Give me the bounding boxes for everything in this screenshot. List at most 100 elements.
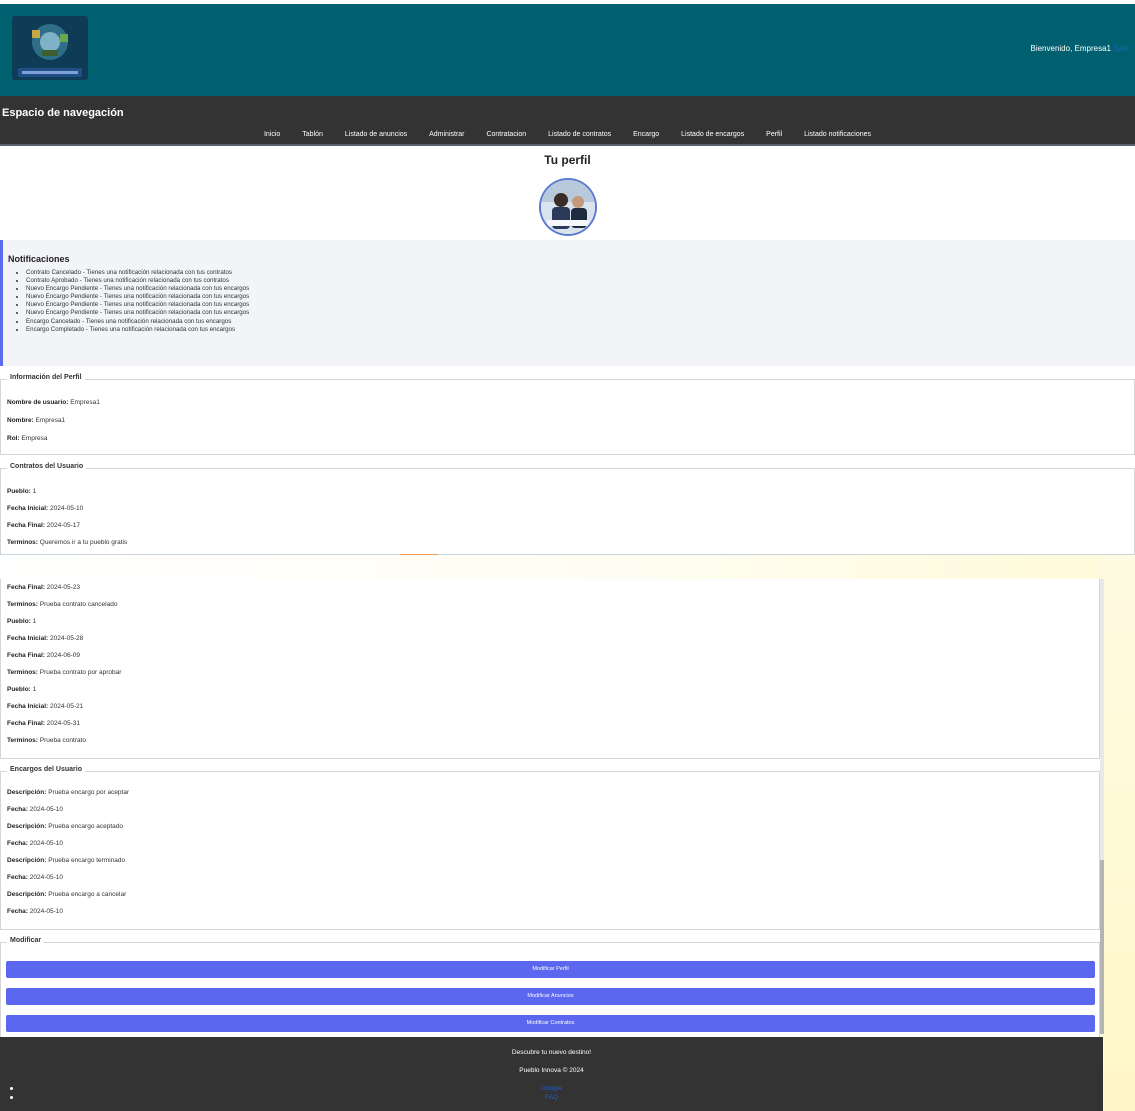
order-field-value: 2024-05-10 — [29, 806, 64, 813]
orders-section: Encargos del Usuario Descripción: Prueba… — [0, 766, 1100, 930]
nav-link-encargo[interactable]: Encargo — [633, 131, 659, 138]
contract-field: Fecha Inicial: 2024-05-28 — [7, 635, 83, 642]
order-field-value: 2024-05-10 — [29, 908, 64, 915]
contract-field-label: Fecha Inicial: — [7, 635, 49, 642]
contract-field-value: 2024-05-23 — [46, 584, 80, 591]
order-field-label: Descripción: — [7, 789, 47, 796]
contract-field-label: Terminos: — [7, 669, 38, 676]
username-value: Empresa1 — [70, 399, 100, 406]
scrollbar-thumb[interactable] — [1100, 860, 1104, 1034]
contract-field: Fecha Inicial: 2024-05-21 — [7, 703, 83, 710]
nav-link-administrar[interactable]: Administrar — [429, 131, 464, 138]
contracts-continued: Fecha Final: 2024-05-23 Terminos: Prueba… — [0, 579, 1100, 759]
nav-links: Inicio Tablón Listado de anuncios Admini… — [0, 131, 1135, 138]
order-field-label: Fecha: — [7, 874, 28, 881]
contract-field: Pueblo: 1 — [7, 488, 36, 495]
nav-link-perfil[interactable]: Perfil — [766, 131, 782, 138]
contract-field: Fecha Final: 2024-05-17 — [7, 522, 80, 529]
nav-link-listado-contratos[interactable]: Listado de contratos — [548, 131, 611, 138]
contract-field-value: 1 — [32, 686, 37, 693]
contract-field: Fecha Final: 2024-05-23 — [7, 584, 80, 591]
notifications-panel: Notificaciones Contrato Cancelado - Tien… — [0, 240, 1135, 366]
contract-field-label: Fecha Final: — [7, 720, 45, 727]
contract-field-value: Prueba contrato cancelado — [39, 601, 118, 608]
bullet-icon — [10, 1096, 13, 1099]
highlight-strip — [0, 555, 1135, 579]
order-field: Descripción: Prueba encargo terminado — [7, 857, 125, 864]
order-field: Fecha: 2024-05-10 — [7, 908, 63, 915]
contract-field-value: Prueba contrato — [39, 737, 87, 744]
contract-field-value: 1 — [32, 488, 37, 495]
side-background — [1100, 555, 1135, 1111]
contract-field-label: Pueblo: — [7, 686, 31, 693]
footer-slogan: Descubre tu nuevo destino! — [511, 1049, 592, 1056]
nav-link-listado-anuncios[interactable]: Listado de anuncios — [345, 131, 407, 138]
contract-field: Terminos: Prueba contrato por aprobar — [7, 669, 121, 676]
role-value: Empresa — [21, 435, 48, 442]
contracts-section: Contratos del Usuario Pueblo: 1 Fecha In… — [0, 463, 1135, 555]
contract-field-value: 1 — [32, 618, 37, 625]
order-field: Descripción: Prueba encargo por aceptar — [7, 789, 129, 796]
notification-item: Contrato Cancelado - Tienes una notifica… — [26, 269, 1135, 277]
nav-link-tablon[interactable]: Tablón — [302, 131, 323, 138]
order-field-value: Prueba encargo a cancelar — [48, 891, 127, 898]
contract-field: Pueblo: 1 — [7, 686, 36, 693]
navigation-bar: Espacio de navegación Inicio Tablón List… — [0, 96, 1135, 146]
contract-field: Terminos: Prueba contrato cancelado — [7, 601, 117, 608]
order-field-label: Descripción: — [7, 823, 47, 830]
footer-link-faq[interactable]: FAQ — [0, 1094, 1103, 1101]
contract-field-label: Terminos: — [7, 737, 38, 744]
modify-ads-button[interactable]: Modificar Anuncios — [6, 988, 1095, 1005]
contract-field-label: Fecha Final: — [7, 584, 45, 591]
contract-field-value: 2024-05-17 — [46, 522, 80, 529]
order-field-label: Fecha: — [7, 840, 28, 847]
logout-link[interactable]: Salir — [1113, 44, 1129, 53]
order-field-label: Descripción: — [7, 857, 47, 864]
orders-legend: Encargos del Usuario — [7, 766, 85, 773]
contracts-legend: Contratos del Usuario — [7, 463, 87, 470]
logo[interactable] — [12, 16, 88, 80]
order-field: Descripción: Prueba encargo aceptado — [7, 823, 123, 830]
contract-field-label: Pueblo: — [7, 488, 31, 495]
modify-legend: Modificar — [7, 937, 45, 944]
contract-field-label: Terminos: — [7, 601, 38, 608]
bullet-icon — [10, 1087, 13, 1090]
modify-contracts-button[interactable]: Modificar Contratos — [6, 1015, 1095, 1032]
contract-field: Fecha Inicial: 2024-05-10 — [7, 505, 83, 512]
order-field: Fecha: 2024-05-10 — [7, 840, 63, 847]
username-label: Nombre de usuario: — [7, 399, 69, 406]
welcome-message: Bienvenido, Empresa1 Salir — [1030, 44, 1129, 53]
notification-item: Contrato Aprobado - Tienes una notificac… — [26, 277, 1135, 285]
site-header: Bienvenido, Empresa1 Salir — [0, 4, 1135, 96]
page-title: Tu perfil — [544, 153, 591, 167]
site-footer: Descubre tu nuevo destino! Pueblo Innova… — [0, 1037, 1103, 1111]
contract-field-value: 2024-05-21 — [50, 703, 84, 710]
name-value: Empresa1 — [35, 417, 66, 424]
order-field-value: 2024-05-10 — [29, 874, 64, 881]
contract-field-value: 2024-06-09 — [46, 652, 80, 659]
name-row: Nombre: Empresa1 — [7, 417, 65, 424]
welcome-text: Bienvenido, Empresa1 — [1030, 44, 1111, 53]
contract-field: Pueblo: 1 — [7, 618, 36, 625]
notification-item: Encargo Cancelado - Tienes una notificac… — [26, 318, 1135, 326]
role-row: Rol: Empresa — [7, 435, 47, 442]
contract-field: Fecha Final: 2024-06-09 — [7, 652, 80, 659]
avatar — [541, 180, 595, 234]
nav-link-contratacion[interactable]: Contratacion — [486, 131, 526, 138]
modify-profile-button[interactable]: Modificar Perfil — [6, 961, 1095, 978]
notification-item: Nuevo Encargo Pendiente - Tienes una not… — [26, 301, 1135, 309]
notification-item: Nuevo Encargo Pendiente - Tienes una not… — [26, 293, 1135, 301]
nav-link-inicio[interactable]: Inicio — [264, 131, 280, 138]
contract-field-label: Terminos: — [7, 539, 38, 546]
contract-field-label: Pueblo: — [7, 618, 31, 625]
notification-item: Nuevo Encargo Pendiente - Tienes una not… — [26, 285, 1135, 293]
footer-link-google[interactable]: Google — [0, 1085, 1103, 1092]
profile-info-legend: Información del Perfil — [7, 374, 85, 381]
order-field-value: 2024-05-10 — [29, 840, 64, 847]
notifications-title: Notificaciones — [8, 254, 70, 264]
contract-field-value: 2024-05-31 — [46, 720, 80, 727]
name-label: Nombre: — [7, 417, 34, 424]
notifications-list: Contrato Cancelado - Tienes una notifica… — [8, 269, 1135, 334]
nav-link-listado-encargos[interactable]: Listado de encargos — [681, 131, 744, 138]
nav-link-listado-notificaciones[interactable]: Listado notificaciones — [804, 131, 871, 138]
